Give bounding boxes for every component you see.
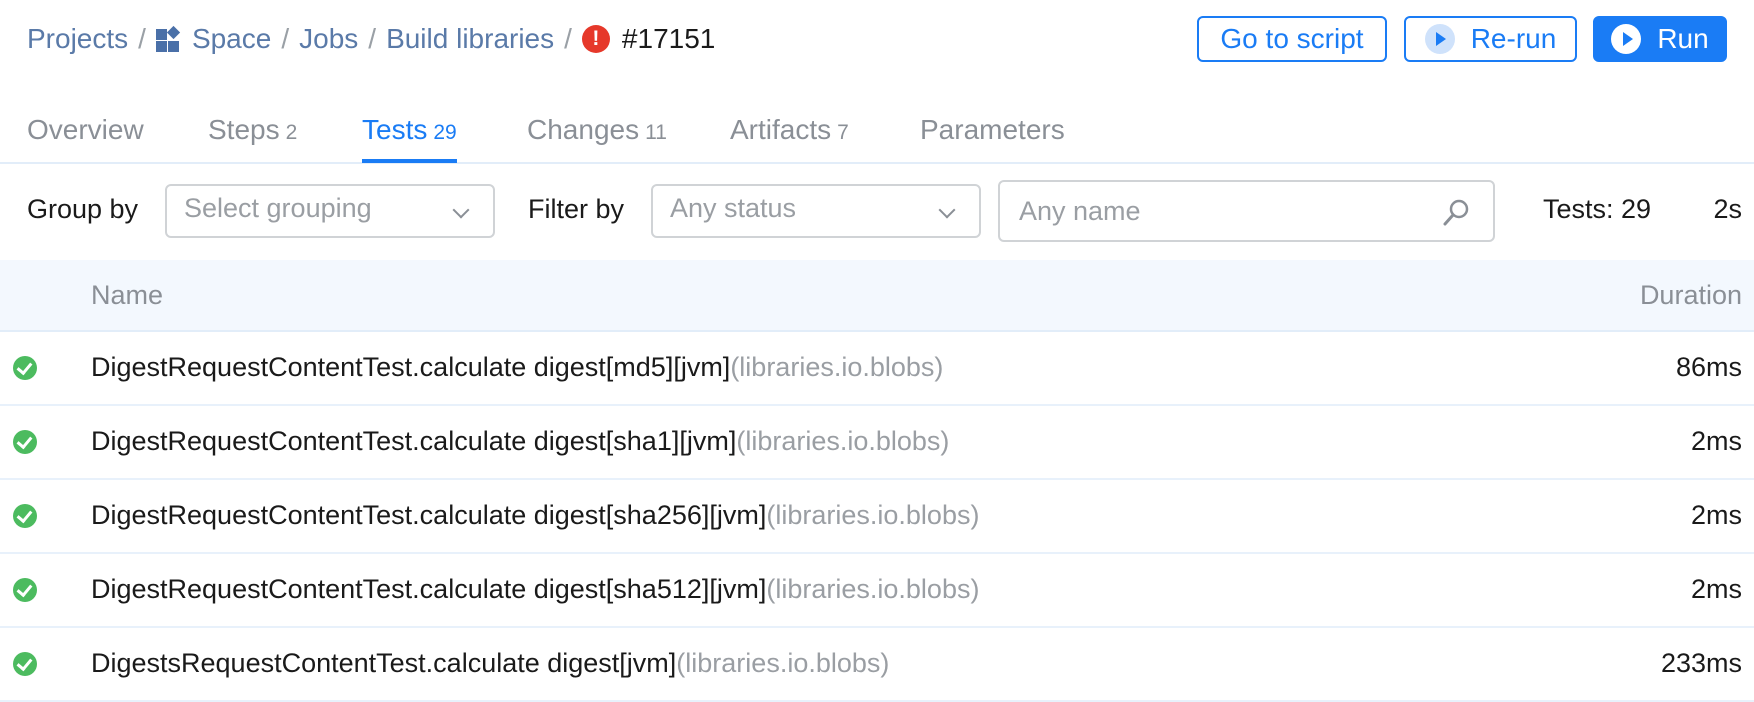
test-name-text: DigestRequestContentTest.calculate diges… bbox=[91, 426, 737, 456]
tab-label: Steps bbox=[208, 114, 280, 145]
tab-overview[interactable]: Overview bbox=[27, 114, 144, 162]
search-icon[interactable] bbox=[1441, 197, 1471, 227]
rerun-label: Re-run bbox=[1470, 23, 1557, 54]
filter-by-label: Filter by bbox=[528, 194, 625, 224]
play-icon bbox=[1611, 24, 1642, 54]
tab-label: Artifacts bbox=[730, 114, 832, 145]
breadcrumb-projects[interactable]: Projects bbox=[27, 23, 128, 55]
status-filter-placeholder: Any status bbox=[670, 192, 797, 223]
test-name: DigestRequestContentTest.calculate diges… bbox=[91, 500, 979, 531]
status-filter-select[interactable]: Any status bbox=[651, 184, 981, 238]
tab-label: Tests bbox=[362, 114, 428, 145]
tab-label: Parameters bbox=[920, 114, 1065, 145]
column-header-duration[interactable]: Duration bbox=[1640, 280, 1742, 311]
table-row[interactable]: DigestRequestContentTest.calculate diges… bbox=[0, 332, 1754, 406]
breadcrumb-jobs[interactable]: Jobs bbox=[299, 23, 358, 55]
column-header-name[interactable]: Name bbox=[91, 280, 163, 311]
test-name-text: DigestRequestContentTest.calculate diges… bbox=[91, 352, 731, 382]
passed-check-icon bbox=[13, 652, 37, 676]
test-duration: 2ms bbox=[1690, 500, 1742, 530]
rerun-button[interactable]: Re-run bbox=[1404, 16, 1577, 62]
tab-changes[interactable]: Changes 11 bbox=[527, 114, 667, 162]
tab-bar: Overview Steps 2 Tests 29 Changes 11 Artifa… bbox=[0, 104, 1754, 164]
tab-tests[interactable]: Tests 29 bbox=[362, 114, 457, 163]
test-name: DigestRequestContentTest.calculate diges… bbox=[91, 352, 943, 383]
test-name-text: DigestRequestContentTest.calculate diges… bbox=[91, 574, 767, 604]
test-duration: 233ms bbox=[1660, 648, 1742, 678]
tab-steps[interactable]: Steps 2 bbox=[208, 114, 297, 162]
error-status-icon: ! bbox=[581, 25, 610, 53]
breadcrumb-separator: / bbox=[564, 23, 572, 54]
test-name: DigestRequestContentTest.calculate diges… bbox=[91, 574, 979, 605]
tab-label: Changes bbox=[527, 114, 640, 145]
tests-count: Tests: 29 bbox=[1543, 194, 1652, 224]
table-row[interactable]: DigestsRequestContentTest.calculate dige… bbox=[0, 628, 1754, 702]
table-row[interactable]: DigestRequestContentTest.calculate diges… bbox=[0, 480, 1754, 554]
run-id: #17151 bbox=[621, 23, 716, 54]
breadcrumb-separator: / bbox=[281, 23, 290, 54]
passed-check-icon bbox=[13, 504, 37, 528]
table-row[interactable]: DigestRequestContentTest.calculate diges… bbox=[0, 406, 1754, 480]
group-by-select[interactable]: Select grouping bbox=[165, 184, 495, 238]
tab-count: 7 bbox=[837, 121, 849, 144]
test-duration: 86ms bbox=[1675, 352, 1742, 382]
test-name: DigestRequestContentTest.calculate diges… bbox=[91, 426, 949, 457]
test-name-text: DigestsRequestContentTest.calculate dige… bbox=[91, 648, 677, 678]
group-by-label: Group by bbox=[27, 194, 139, 224]
tab-count: 11 bbox=[645, 121, 667, 144]
breadcrumb-build-libraries[interactable]: Build libraries bbox=[386, 23, 554, 55]
run-label: Run bbox=[1657, 23, 1709, 54]
name-search-field[interactable] bbox=[998, 180, 1495, 242]
test-package: (libraries.io.blobs) bbox=[730, 352, 944, 382]
passed-check-icon bbox=[13, 578, 37, 602]
tab-count: 2 bbox=[285, 121, 298, 144]
breadcrumb: Projects / Space / Jobs / Build librarie… bbox=[27, 18, 715, 60]
test-list: DigestRequestContentTest.calculate diges… bbox=[0, 332, 1754, 702]
page-header: Projects / Space / Jobs / Build librarie… bbox=[0, 0, 1754, 80]
passed-check-icon bbox=[13, 356, 37, 380]
breadcrumb-space[interactable]: Space bbox=[192, 23, 271, 55]
run-button[interactable]: Run bbox=[1593, 16, 1727, 62]
test-package: (libraries.io.blobs) bbox=[766, 574, 980, 604]
go-to-script-button[interactable]: Go to script bbox=[1197, 16, 1387, 62]
tab-label: Overview bbox=[27, 114, 144, 145]
filter-bar: Group by Select grouping Filter by Any s… bbox=[0, 164, 1754, 260]
name-search-input[interactable] bbox=[1017, 194, 1421, 228]
table-header: Name Duration bbox=[0, 260, 1754, 332]
chevron-down-icon bbox=[452, 201, 470, 219]
tab-count: 29 bbox=[433, 121, 457, 144]
group-by-placeholder: Select grouping bbox=[184, 192, 372, 223]
test-name: DigestsRequestContentTest.calculate dige… bbox=[91, 648, 889, 679]
test-package: (libraries.io.blobs) bbox=[736, 426, 950, 456]
table-row[interactable]: DigestRequestContentTest.calculate diges… bbox=[0, 554, 1754, 628]
test-package: (libraries.io.blobs) bbox=[676, 648, 890, 678]
chevron-down-icon bbox=[938, 201, 956, 219]
passed-check-icon bbox=[13, 430, 37, 454]
tab-parameters[interactable]: Parameters bbox=[920, 114, 1065, 162]
total-duration: 2s bbox=[1713, 194, 1742, 224]
go-to-script-label: Go to script bbox=[1220, 23, 1364, 54]
test-name-text: DigestRequestContentTest.calculate diges… bbox=[91, 500, 767, 530]
breadcrumb-separator: / bbox=[368, 23, 377, 54]
test-package: (libraries.io.blobs) bbox=[766, 500, 980, 530]
test-duration: 2ms bbox=[1690, 426, 1742, 456]
breadcrumb-separator: / bbox=[138, 23, 146, 54]
space-logo-icon bbox=[155, 25, 182, 52]
test-duration: 2ms bbox=[1690, 574, 1742, 604]
tab-artifacts[interactable]: Artifacts 7 bbox=[730, 114, 849, 162]
play-icon bbox=[1424, 24, 1455, 54]
